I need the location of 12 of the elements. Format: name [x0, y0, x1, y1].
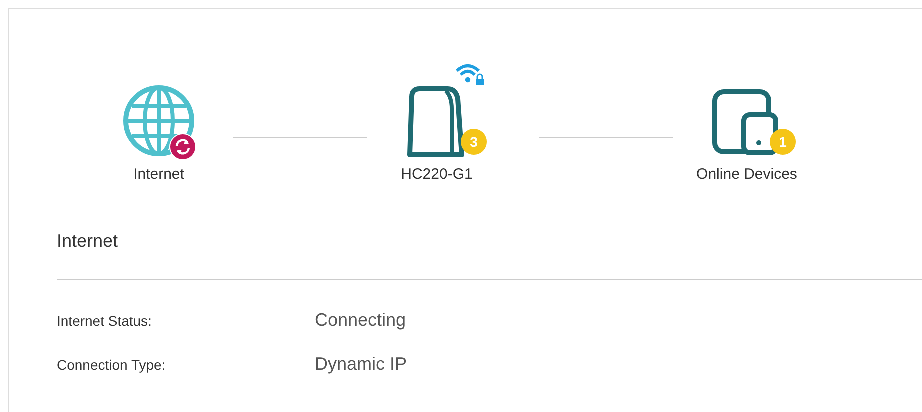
field-value: Connecting — [315, 310, 406, 331]
node-label: Internet — [134, 166, 184, 183]
globe-icon — [123, 85, 195, 157]
node-label: Online Devices — [696, 166, 798, 183]
sync-icon — [169, 133, 197, 161]
field-label: Connection Type: — [57, 357, 167, 373]
section-title: Internet — [57, 231, 120, 252]
count-badge: 3 — [461, 129, 487, 155]
field-label: Internet Status: — [57, 313, 153, 329]
count-badge: 1 — [770, 129, 796, 155]
field-value: Dynamic IP — [315, 354, 408, 375]
node-label: HC220-G1 — [401, 166, 473, 183]
